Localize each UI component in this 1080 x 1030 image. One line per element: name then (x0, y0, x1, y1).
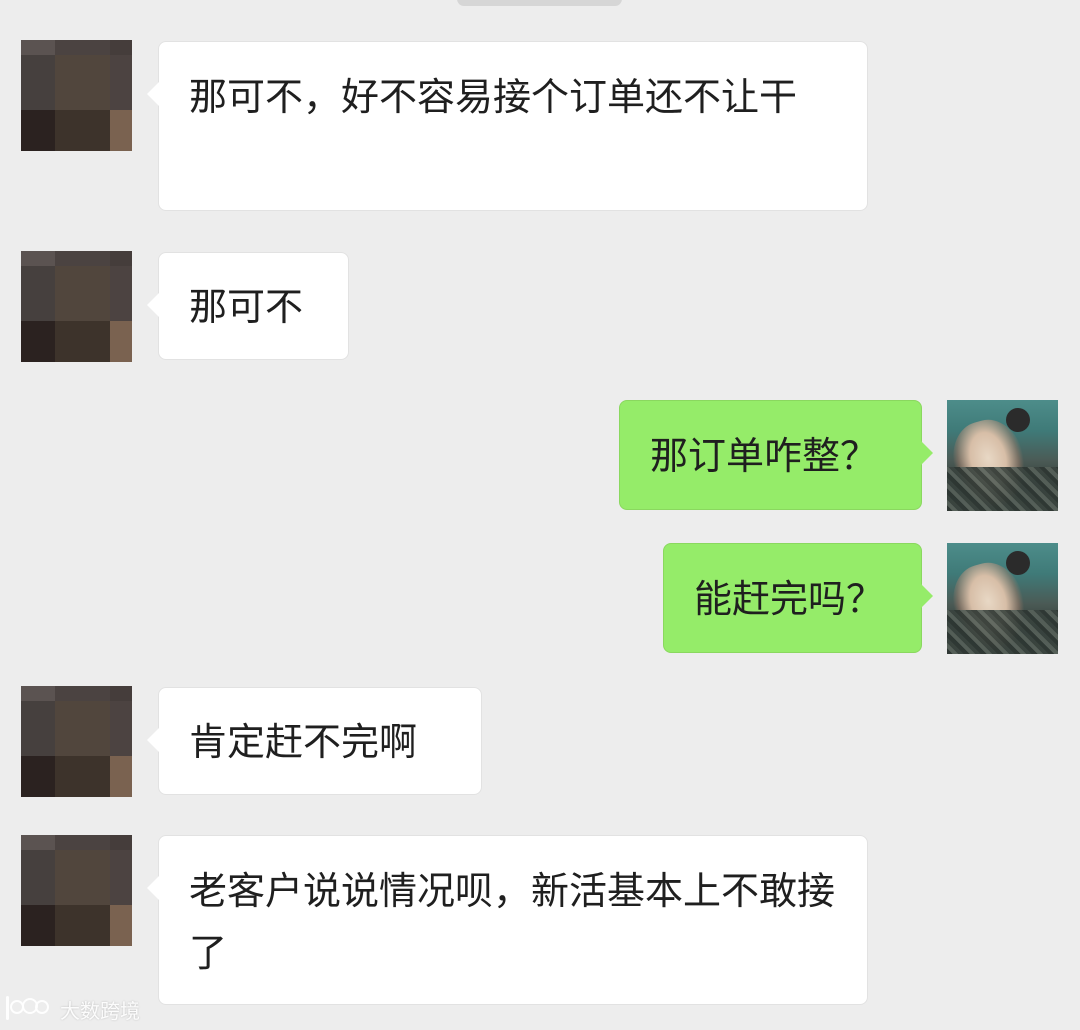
bubble-tail (147, 293, 159, 317)
message-text: 那可不，好不容易接个订单还不让干 (189, 75, 798, 119)
message-text: 那可不 (189, 285, 304, 329)
avatar-photo-head (1006, 408, 1030, 432)
incoming-message-bubble[interactable]: 那可不 (147, 252, 349, 360)
top-scroll-handle (457, 0, 622, 6)
user-avatar[interactable] (947, 543, 1058, 654)
brand-logo-icon (6, 995, 54, 1024)
watermark: 大数跨境 (6, 995, 140, 1024)
outgoing-message-bubble[interactable]: 能赶完吗？ (663, 543, 933, 653)
bubble-tail (921, 584, 933, 608)
avatar-photo-rocks (947, 467, 1058, 511)
message-text: 肯定赶不完啊 (189, 720, 418, 764)
bubble-tail (147, 876, 159, 900)
avatar-photo-rocks (947, 610, 1058, 654)
incoming-message-bubble[interactable]: 老客户说说情况呗，新活基本上不敢接了 (147, 835, 868, 1005)
bubble-tail (147, 728, 159, 752)
avatar-photo-head (1006, 551, 1030, 575)
contact-avatar[interactable] (21, 251, 132, 362)
watermark-text: 大数跨境 (60, 999, 140, 1023)
contact-avatar[interactable] (21, 40, 132, 151)
message-text: 能赶完吗？ (694, 577, 885, 621)
user-avatar[interactable] (947, 400, 1058, 511)
bubble-tail (921, 441, 933, 465)
outgoing-message-bubble[interactable]: 那订单咋整？ (619, 400, 933, 510)
contact-avatar[interactable] (21, 835, 132, 946)
incoming-message-bubble[interactable]: 那可不，好不容易接个订单还不让干 (147, 41, 868, 211)
incoming-message-bubble[interactable]: 肯定赶不完啊 (147, 687, 482, 795)
contact-avatar[interactable] (21, 686, 132, 797)
message-text: 那订单咋整？ (650, 434, 879, 478)
bubble-tail (147, 82, 159, 106)
message-text: 老客户说说情况呗，新活基本上不敢接了 (189, 869, 836, 975)
